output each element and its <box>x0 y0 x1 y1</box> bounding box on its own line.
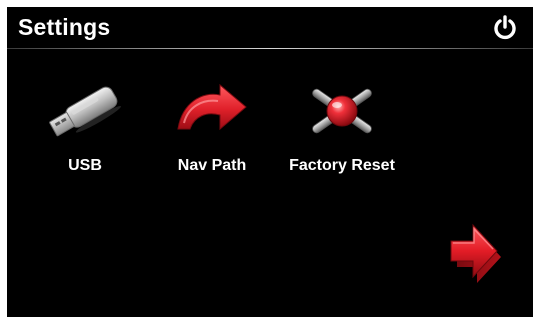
usb-tile[interactable]: USB <box>33 79 137 189</box>
curved-arrow-icon <box>177 83 247 131</box>
factory-reset-icon <box>312 88 372 134</box>
nav-path-tile[interactable]: Nav Path <box>157 79 267 189</box>
next-page-button[interactable] <box>443 219 505 289</box>
page-title: Settings <box>18 14 111 40</box>
usb-drive-icon <box>49 86 121 137</box>
usb-label: USB <box>68 157 102 174</box>
factory-reset-label: Factory Reset <box>289 157 395 174</box>
header-divider <box>7 48 533 49</box>
nav-path-label: Nav Path <box>177 157 247 174</box>
next-page-arrow-icon <box>450 223 501 283</box>
power-icon <box>494 15 516 40</box>
settings-screen: Settings USB Nav Path Factory Reset <box>7 7 533 317</box>
factory-reset-tile[interactable]: Factory Reset <box>277 79 407 189</box>
power-button[interactable] <box>491 14 519 42</box>
header-bar: Settings <box>7 7 533 48</box>
